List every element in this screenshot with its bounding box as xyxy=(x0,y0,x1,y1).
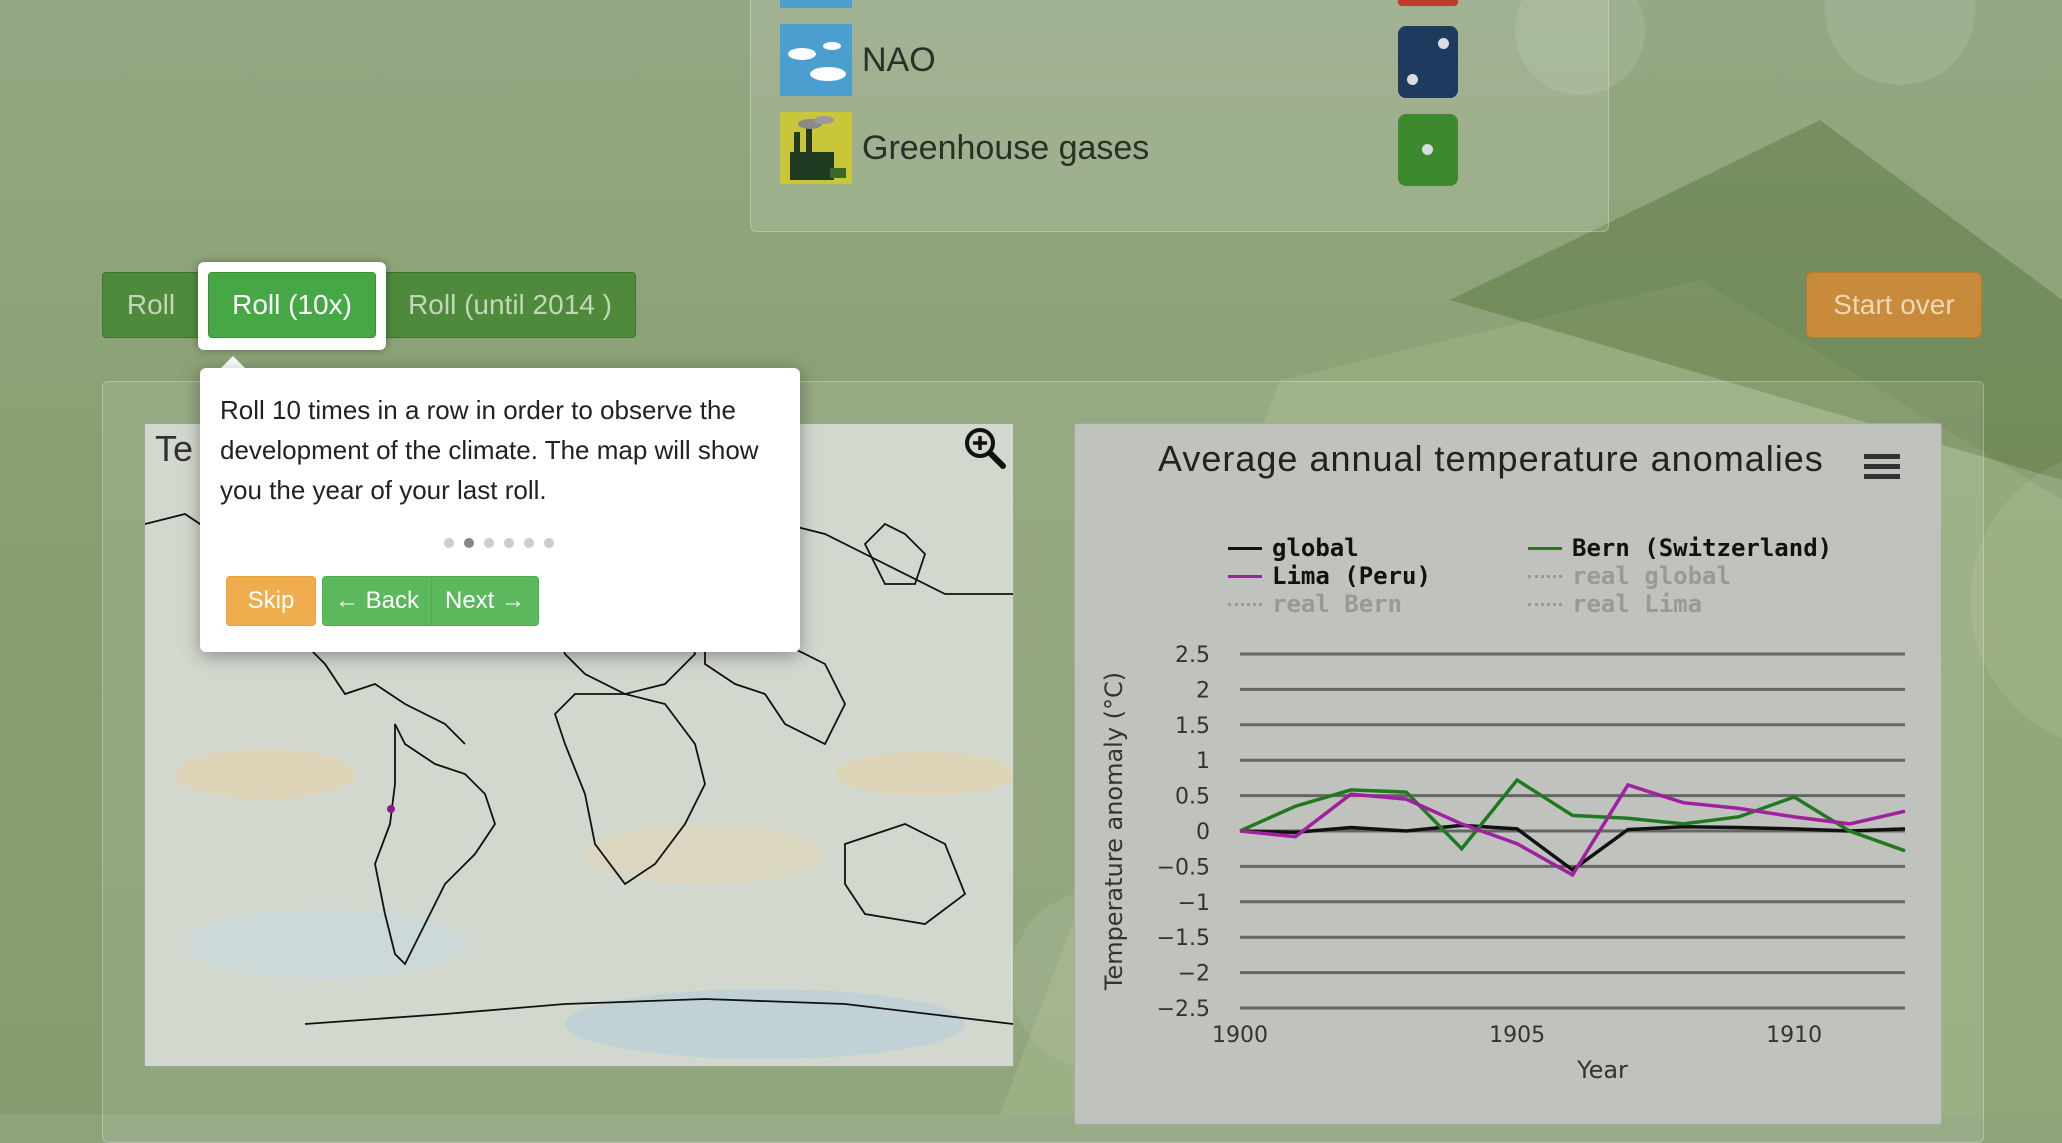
start-over-button[interactable]: Start over xyxy=(1806,272,1982,338)
legend-real-global[interactable]: real global xyxy=(1528,562,1731,590)
legend-real-lima[interactable]: real Lima xyxy=(1528,590,1702,618)
die-pip xyxy=(1438,38,1449,49)
chart-title: Average annual temperature anomalies xyxy=(1158,438,1824,479)
tour-popup: Roll 10 times in a row in order to obser… xyxy=(200,368,800,652)
roll-10x-button[interactable]: Roll (10x) xyxy=(208,272,376,338)
die-greenhouse[interactable] xyxy=(1398,114,1458,186)
factory-smoke-icon xyxy=(780,112,852,184)
next-button[interactable]: Next → xyxy=(431,576,539,626)
tour-step-dot[interactable] xyxy=(464,538,474,548)
die-top-partial xyxy=(1398,0,1458,6)
tour-step-dot[interactable] xyxy=(544,538,554,548)
menu-icon[interactable] xyxy=(1864,452,1900,480)
tour-step-dot[interactable] xyxy=(504,538,514,548)
map-title: Te xyxy=(155,428,194,469)
legend-swatch xyxy=(1528,574,1562,578)
tour-text: Roll 10 times in a row in order to obser… xyxy=(220,395,759,505)
roll-button[interactable]: Roll xyxy=(102,272,200,338)
legend-label: Lima (Peru) xyxy=(1272,562,1431,590)
legend-swatch xyxy=(1228,574,1262,578)
legend-global[interactable]: global xyxy=(1228,534,1359,562)
die-pip xyxy=(1422,144,1433,155)
legend-swatch xyxy=(1228,602,1262,606)
legend-real-bern[interactable]: real Bern xyxy=(1228,590,1402,618)
legend-label: real Lima xyxy=(1572,590,1703,618)
factor-label: NAO xyxy=(862,40,936,79)
tour-step-dot[interactable] xyxy=(524,538,534,548)
skip-button[interactable]: Skip xyxy=(226,576,316,626)
tour-step-dots xyxy=(444,538,554,548)
factor-row-greenhouse: Greenhouse gases xyxy=(780,112,1149,184)
factor-icon-top-partial xyxy=(780,0,852,8)
die-nao[interactable] xyxy=(1398,26,1458,98)
legend-label: real Bern xyxy=(1272,590,1403,618)
factor-row-nao: NAO xyxy=(780,24,936,96)
legend-label: global xyxy=(1272,534,1359,562)
tour-step-dot[interactable] xyxy=(444,538,454,548)
legend-swatch xyxy=(1528,546,1562,550)
legend-swatch xyxy=(1528,602,1562,606)
chart-container xyxy=(1074,423,1942,1125)
roll-until-button[interactable]: Roll (until 2014 ) xyxy=(384,272,636,338)
cloud-sky-icon xyxy=(780,24,852,96)
legend-label: real global xyxy=(1572,562,1731,590)
zoom-in-icon[interactable] xyxy=(963,426,1007,470)
tour-step-dot[interactable] xyxy=(484,538,494,548)
die-pip xyxy=(1407,74,1418,85)
back-button[interactable]: ← Back xyxy=(322,576,432,626)
legend-label: Bern (Switzerland) xyxy=(1572,534,1833,562)
legend-lima[interactable]: Lima (Peru) xyxy=(1228,562,1431,590)
legend-swatch xyxy=(1228,546,1262,550)
legend-bern[interactable]: Bern (Switzerland) xyxy=(1528,534,1832,562)
factor-label: Greenhouse gases xyxy=(862,128,1150,167)
